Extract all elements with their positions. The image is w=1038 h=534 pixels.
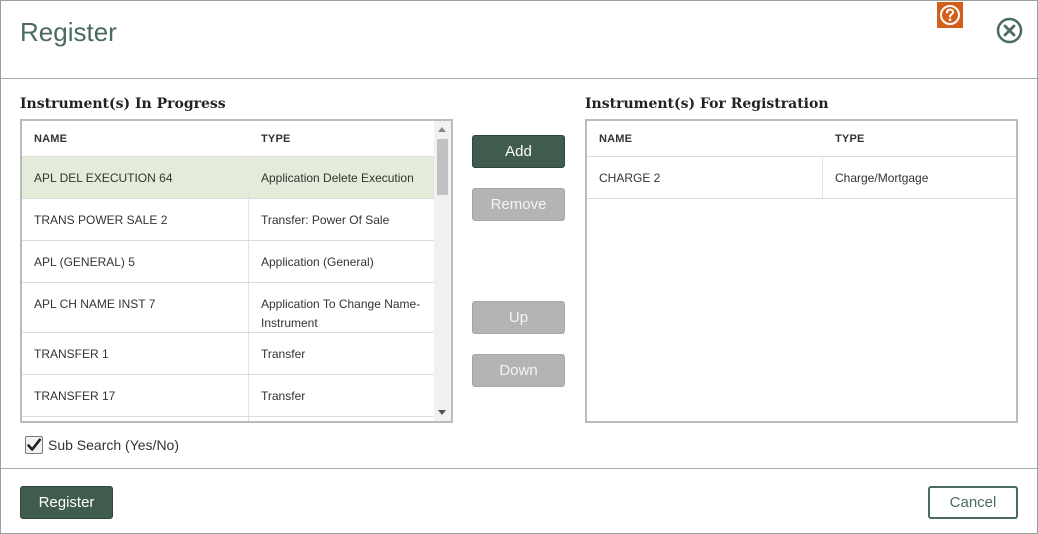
for-registration-header: NAME TYPE	[587, 121, 1016, 157]
table-row[interactable]	[22, 417, 434, 421]
table-row[interactable]: APL DEL EXECUTION 64 Application Delete …	[22, 157, 434, 199]
question-circle-icon	[940, 5, 960, 25]
scroll-thumb[interactable]	[437, 139, 448, 195]
row-type: Transfer	[261, 389, 306, 403]
in-progress-grid: NAME TYPE APL DEL EXECUTION 64 Applicati…	[20, 119, 453, 423]
sub-search-checkbox[interactable]	[25, 436, 43, 454]
row-name: APL CH NAME INST 7	[22, 283, 249, 332]
checkmark-icon	[27, 438, 42, 451]
row-type: Application To Change Name-Instrument	[261, 297, 421, 330]
close-circle-icon	[996, 17, 1023, 44]
dialog-title: Register	[20, 17, 117, 47]
column-type-header[interactable]: TYPE	[249, 133, 434, 145]
column-name-header[interactable]: NAME	[587, 133, 823, 145]
for-registration-grid: NAME TYPE CHARGE 2 Charge/Mortgage	[585, 119, 1018, 423]
table-row[interactable]: APL CH NAME INST 7 Application To Change…	[22, 283, 434, 333]
table-row[interactable]: APL (GENERAL) 5 Application (General)	[22, 241, 434, 283]
row-type: Transfer: Power Of Sale	[261, 213, 390, 227]
row-name	[22, 417, 249, 421]
close-icon[interactable]	[996, 17, 1023, 44]
header-divider	[1, 78, 1037, 79]
table-row[interactable]: TRANSFER 1 Transfer	[22, 333, 434, 375]
register-button[interactable]: Register	[20, 486, 113, 519]
in-progress-title: Instrument(s) In Progress	[20, 96, 226, 112]
vertical-scrollbar[interactable]	[434, 121, 451, 421]
up-button[interactable]: Up	[472, 301, 565, 334]
remove-button[interactable]: Remove	[472, 188, 565, 221]
table-row[interactable]: TRANSFER 17 Transfer	[22, 375, 434, 417]
footer-divider	[1, 468, 1037, 469]
row-type: Application (General)	[261, 255, 374, 269]
row-name: CHARGE 2	[587, 157, 823, 198]
add-button[interactable]: Add	[472, 135, 565, 168]
sub-search-label: Sub Search (Yes/No)	[48, 437, 179, 453]
table-row[interactable]: CHARGE 2 Charge/Mortgage	[587, 157, 1016, 199]
row-name: APL DEL EXECUTION 64	[22, 157, 249, 198]
sub-search-option[interactable]: Sub Search (Yes/No)	[25, 436, 179, 454]
row-name: APL (GENERAL) 5	[22, 241, 249, 282]
scroll-up-arrow-icon[interactable]	[438, 127, 446, 132]
cancel-button[interactable]: Cancel	[928, 486, 1018, 519]
in-progress-header: NAME TYPE	[22, 121, 434, 157]
scroll-down-arrow-icon[interactable]	[438, 410, 446, 415]
row-name: TRANSFER 1	[22, 333, 249, 374]
row-type: Transfer	[261, 347, 306, 361]
row-name: TRANSFER 17	[22, 375, 249, 416]
column-type-header[interactable]: TYPE	[823, 133, 1016, 145]
help-icon[interactable]	[937, 2, 963, 28]
down-button[interactable]: Down	[472, 354, 565, 387]
column-name-header[interactable]: NAME	[22, 133, 249, 145]
table-row[interactable]: TRANS POWER SALE 2 Transfer: Power Of Sa…	[22, 199, 434, 241]
row-name: TRANS POWER SALE 2	[22, 199, 249, 240]
row-type	[249, 417, 434, 421]
row-type: Charge/Mortgage	[835, 171, 929, 185]
row-type: Application Delete Execution	[261, 171, 414, 185]
for-registration-title: Instrument(s) For Registration	[585, 96, 829, 112]
register-dialog: Register Instrument(s) In Progress NAME …	[0, 0, 1038, 534]
